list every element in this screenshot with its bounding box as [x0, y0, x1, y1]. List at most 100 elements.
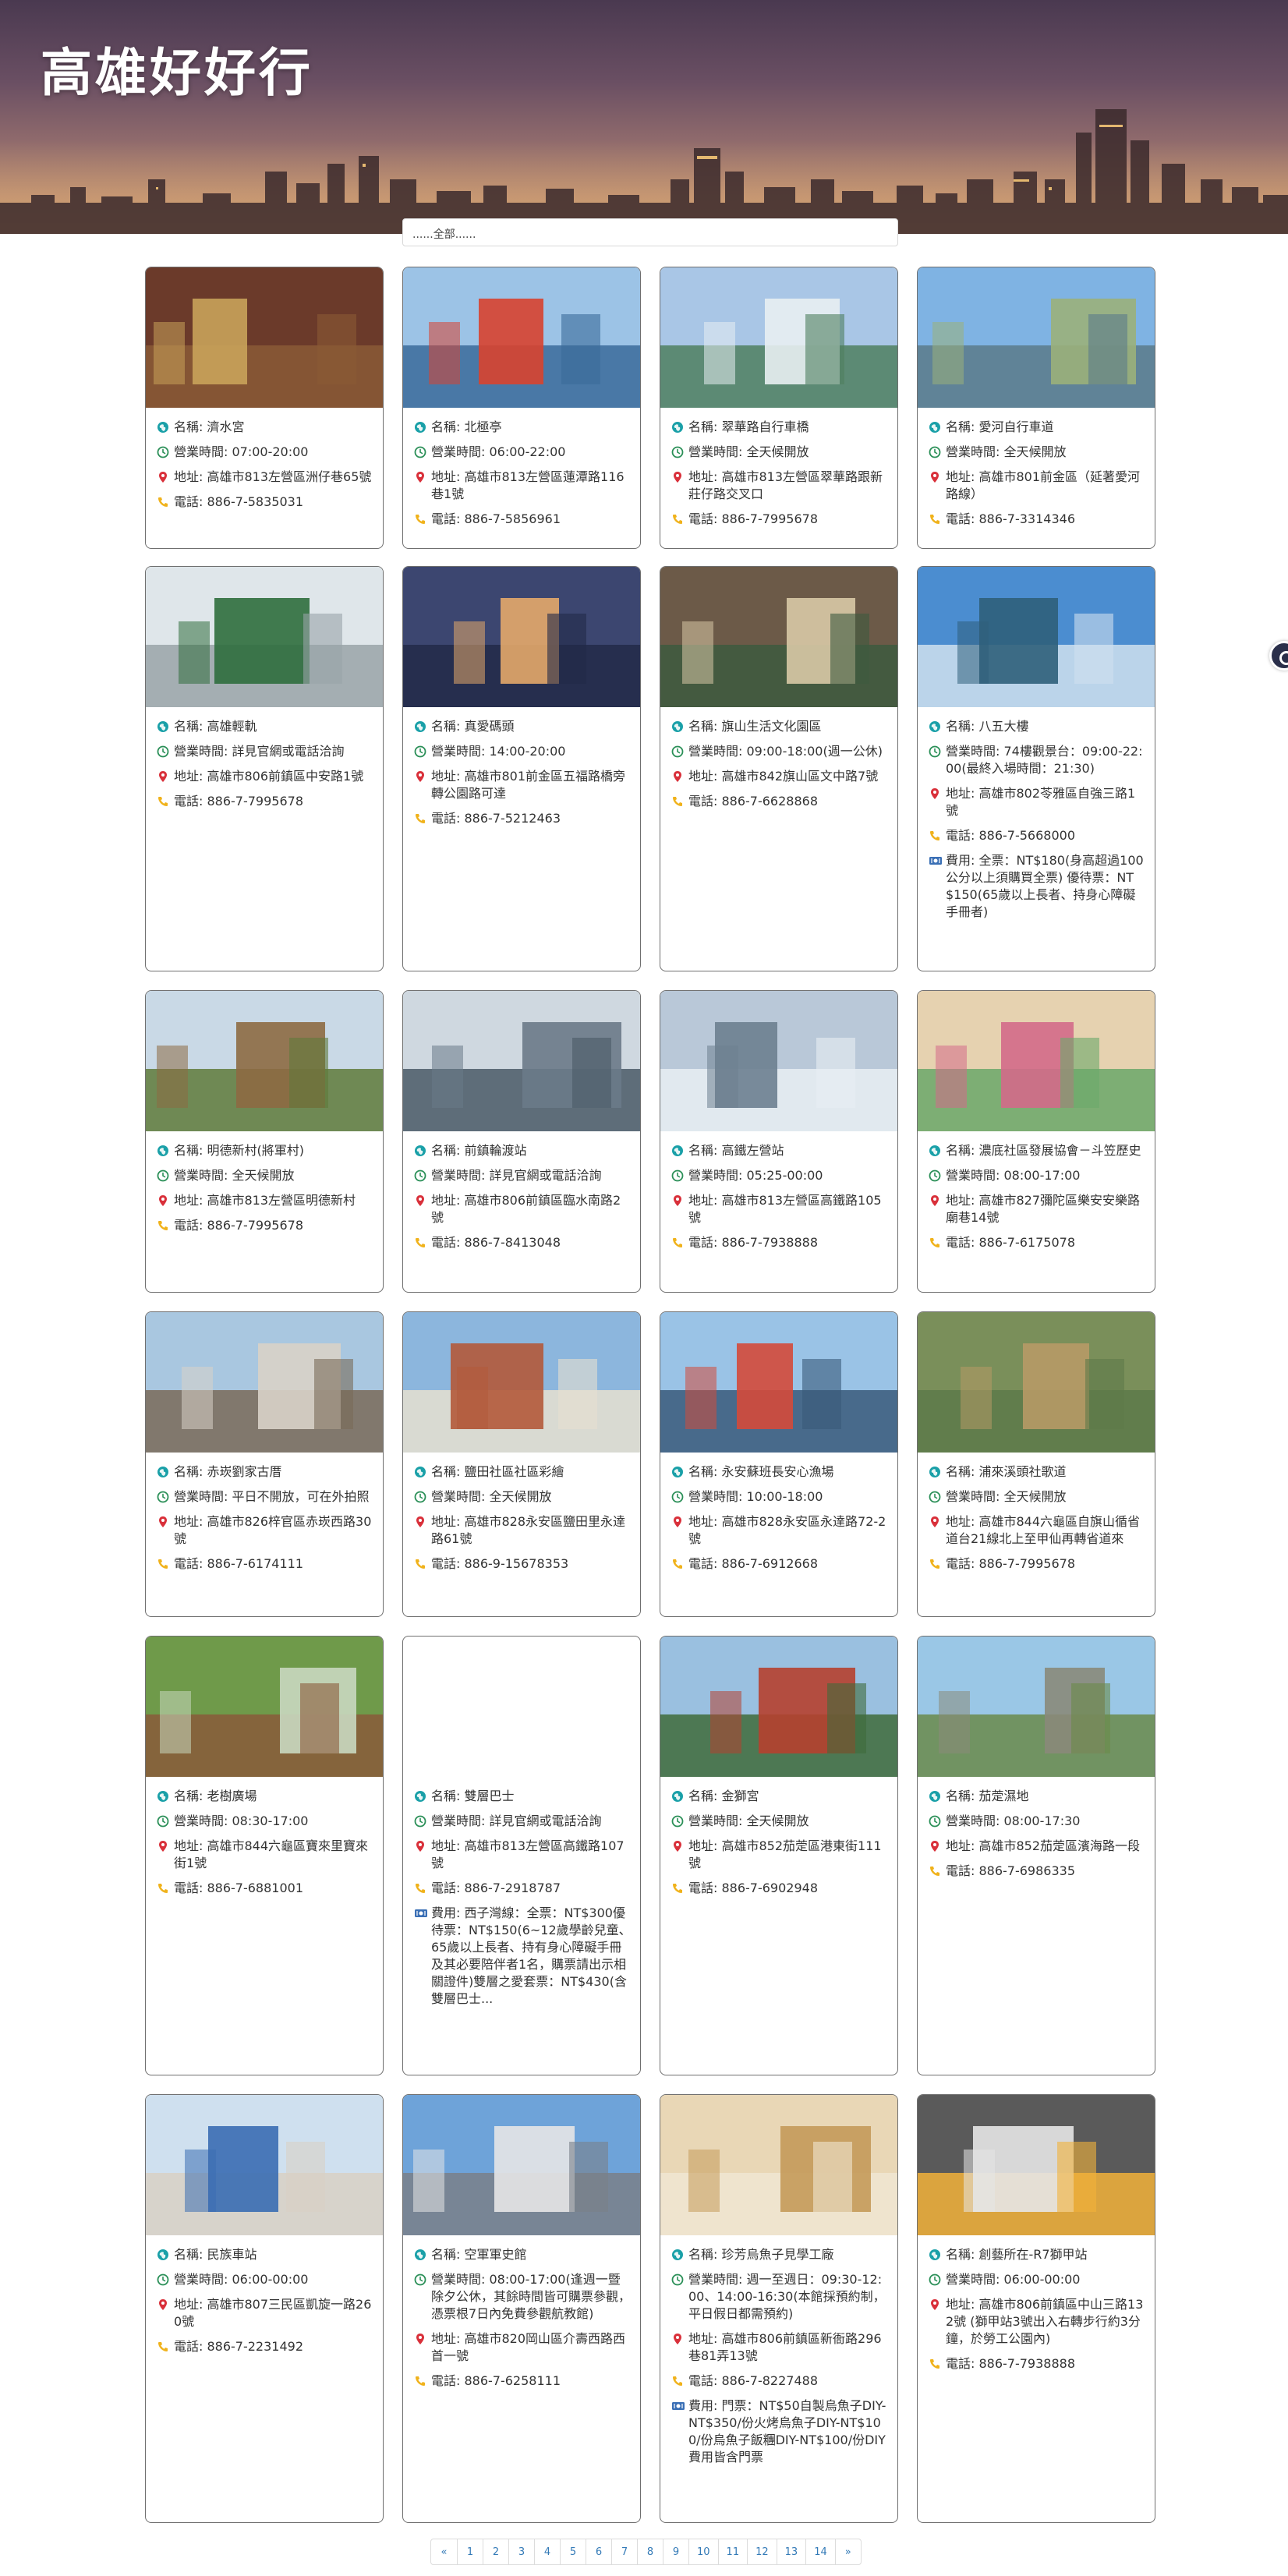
pagination-page[interactable]: 8 [637, 2539, 663, 2564]
attraction-name-row: 名稱: 金獅宮 [671, 1788, 890, 1805]
attraction-card[interactable]: 名稱: 前鎮輪渡站 營業時間: 詳見官網或電話洽詢 地址: 高雄市806前鎮區臨水南… [402, 990, 641, 1293]
attraction-card[interactable]: 名稱: 高鐵左營站 營業時間: 05:25-00:00 地址: 高雄市813左營區高… [660, 990, 898, 1293]
attraction-card[interactable]: 名稱: 北極亭營業時間: 06:00-22:00 地址: 高雄市813左營區蓮潭路… [402, 267, 641, 549]
attraction-card[interactable]: 名稱: 永安蘇班長安心漁場 營業時間: 10:00-18:00 地址: 高雄市828… [660, 1311, 898, 1617]
attraction-card[interactable]: 名稱: 珍芳烏魚子見學工廠 營業時間: 週一至週日：09:30-12:00、14:… [660, 2094, 898, 2523]
attraction-photo[interactable] [660, 991, 897, 1131]
attraction-photo[interactable] [146, 1637, 383, 1777]
clock-icon [157, 743, 174, 760]
attraction-address-row: 地址: 高雄市813左營區蓮潭路116巷1號 [414, 469, 632, 503]
attraction-photo[interactable] [660, 2095, 897, 2235]
attraction-photo[interactable] [918, 267, 1155, 408]
pagination-page[interactable]: 6 [586, 2539, 611, 2564]
attraction-address: 地址: 高雄市806前鎮區臨水南路2號 [431, 1193, 621, 1225]
attraction-photo[interactable] [403, 991, 640, 1131]
attraction-info: 名稱: 永安蘇班長安心漁場 營業時間: 10:00-18:00 地址: 高雄市828… [660, 1453, 897, 1588]
map-pin-icon [414, 2330, 431, 2348]
attraction-card[interactable]: 名稱: 空軍軍史館 營業時間: 08:00-17:00(逢週一暨除夕公休，其餘時間… [402, 2094, 641, 2523]
globe-icon [414, 1142, 431, 1159]
attraction-photo[interactable] [918, 2095, 1155, 2235]
attraction-card[interactable]: 名稱: 真愛碼頭 營業時間: 14:00-20:00 地址: 高雄市801前金區五福… [402, 566, 641, 971]
pagination-page[interactable]: 12 [747, 2539, 777, 2564]
attraction-photo[interactable] [660, 1312, 897, 1453]
attraction-name: 名稱: 北極亭 [431, 419, 502, 434]
attraction-card[interactable]: 名稱: 高雄輕軌 營業時間: 詳見官網或電話洽詢 地址: 高雄市806前鎮區中安路1… [145, 566, 384, 971]
attraction-card[interactable]: 名稱: 創藝所在-R7獅甲站 營業時間: 06:00-00:00 地址: 高雄市80… [917, 2094, 1155, 2523]
floating-accessibility-icon[interactable] [1269, 641, 1288, 671]
attraction-card[interactable]: 名稱: 濟水宮 營業時間: 07:00-20:00 地址: 高雄市813左營區洲仔巷… [145, 267, 384, 549]
attraction-hours-row: 營業時間: 09:00-18:00(週一公休) [671, 743, 890, 760]
attraction-info: 名稱: 珍芳烏魚子見學工廠 營業時間: 週一至週日：09:30-12:00、14:… [660, 2235, 897, 2482]
pagination-page[interactable]: 3 [508, 2539, 534, 2564]
attraction-address: 地址: 高雄市806前鎮區新衙路296巷81弄13號 [688, 2331, 882, 2363]
attraction-hours: 營業時間: 06:00-22:00 [431, 444, 566, 459]
pagination-page[interactable]: 5 [560, 2539, 586, 2564]
attraction-photo[interactable] [146, 991, 383, 1131]
attraction-phone: 電話: 886-7-8227488 [688, 2373, 819, 2388]
attraction-phone-row: 電話: 886-7-7938888 [929, 2355, 1147, 2373]
attraction-photo[interactable] [146, 1312, 383, 1453]
attraction-photo[interactable] [403, 267, 640, 408]
attraction-phone: 電話: 886-7-6258111 [431, 2373, 561, 2388]
attraction-photo[interactable] [918, 991, 1155, 1131]
attraction-name-row: 名稱: 翠華路自行車橋 [671, 419, 890, 436]
attraction-card[interactable]: 名稱: 雙層巴士 營業時間: 詳見官網或電話洽詢 地址: 高雄市813左營區高鐵路1… [402, 1636, 641, 2075]
attraction-name-row: 名稱: 愛河自行車道 [929, 419, 1147, 436]
pagination-page[interactable]: 14 [805, 2539, 835, 2564]
attraction-phone: 電話: 886-7-6912668 [688, 1556, 819, 1571]
attraction-hours: 營業時間: 詳見官網或電話洽詢 [431, 1813, 602, 1828]
attraction-photo[interactable] [403, 2095, 640, 2235]
pagination-page[interactable]: 2 [483, 2539, 508, 2564]
attraction-card[interactable]: 名稱: 鹽田社區社區彩繪 營業時間: 全天候開放 地址: 高雄市828永安區鹽田里永… [402, 1311, 641, 1617]
pagination-page[interactable]: 9 [663, 2539, 688, 2564]
clock-icon [929, 1813, 946, 1830]
attraction-photo[interactable] [146, 567, 383, 707]
attraction-photo[interactable] [146, 267, 383, 408]
attraction-photo[interactable] [918, 567, 1155, 707]
attraction-hours: 營業時間: 週一至週日：09:30-12:00、14:00-16:30(本館採預… [688, 2272, 886, 2321]
attraction-phone: 電話: 886-7-5856961 [431, 511, 561, 526]
pagination-page[interactable]: 13 [776, 2539, 806, 2564]
attraction-photo[interactable] [146, 2095, 383, 2235]
attraction-hours: 營業時間: 06:00-00:00 [946, 2272, 1081, 2287]
pagination-prev[interactable]: « [431, 2539, 457, 2564]
attraction-name: 名稱: 真愛碼頭 [431, 719, 515, 734]
attraction-hours-row: 營業時間: 詳見官網或電話洽詢 [414, 1167, 632, 1184]
phone-icon [414, 1880, 431, 1897]
attraction-card[interactable]: 名稱: 茄萣濕地 營業時間: 08:00-17:30 地址: 高雄市852茄萣區濱海… [917, 1636, 1155, 2075]
attraction-card[interactable]: 名稱: 愛河自行車道 營業時間: 全天候開放 地址: 高雄市801前金區（延著愛河路… [917, 267, 1155, 549]
map-pin-icon [671, 1513, 688, 1530]
attraction-card[interactable]: 名稱: 濃底社區發展協會－斗笠歷史 營業時間: 08:00-17:00 地址: 高雄… [917, 990, 1155, 1293]
attraction-card[interactable]: 名稱: 旗山生活文化園區 營業時間: 09:00-18:00(週一公休) 地址: 高… [660, 566, 898, 971]
attraction-photo[interactable] [403, 1312, 640, 1453]
attraction-photo[interactable] [660, 567, 897, 707]
attraction-photo[interactable] [918, 1312, 1155, 1453]
attraction-card[interactable]: 名稱: 金獅宮 營業時間: 全天候開放 地址: 高雄市852茄萣區港東街111號 電話… [660, 1636, 898, 2075]
attraction-address-row: 地址: 高雄市820岡山區介壽西路西首一號 [414, 2330, 632, 2365]
pagination-page[interactable]: 4 [534, 2539, 560, 2564]
attraction-photo[interactable] [660, 267, 897, 408]
pagination-page[interactable]: 10 [688, 2539, 718, 2564]
attraction-photo[interactable] [660, 1637, 897, 1777]
attraction-photo[interactable] [918, 1637, 1155, 1777]
pagination-page[interactable]: 11 [717, 2539, 748, 2564]
district-filter-select[interactable]: ......全部...... [402, 218, 898, 246]
attraction-card[interactable]: 名稱: 老樹廣場 營業時間: 08:30-17:00 地址: 高雄市844六龜區寶來… [145, 1636, 384, 2075]
pagination-page[interactable]: 7 [611, 2539, 637, 2564]
attraction-address-row: 地址: 高雄市806前鎮區新衙路296巷81弄13號 [671, 2330, 890, 2365]
attraction-card[interactable]: 名稱: 八五大樓 營業時間: 74樓觀景台：09:00-22:00(最終入場時間：… [917, 566, 1155, 971]
attraction-photo[interactable] [403, 567, 640, 707]
map-pin-icon [929, 785, 946, 802]
attraction-photo[interactable] [403, 1637, 640, 1777]
attraction-hours: 營業時間: 全天候開放 [431, 1489, 552, 1504]
pagination-page[interactable]: 1 [457, 2539, 483, 2564]
attraction-card[interactable]: 名稱: 明德新村(將軍村) 營業時間: 全天候開放 地址: 高雄市813左營區明德新… [145, 990, 384, 1293]
ticket-icon [671, 2397, 688, 2415]
attraction-card[interactable]: 名稱: 赤崁劉家古厝 營業時間: 平日不開放，可在外拍照 地址: 高雄市826梓官區… [145, 1311, 384, 1617]
attraction-card[interactable]: 名稱: 翠華路自行車橋 營業時間: 全天候開放 地址: 高雄市813左營區翠華路跟新… [660, 267, 898, 549]
attraction-address: 地址: 高雄市813左營區高鐵路105號 [688, 1193, 882, 1225]
attraction-card[interactable]: 名稱: 浦來溪頭社歌道 營業時間: 全天候開放 地址: 高雄市844六龜區自旗山循省… [917, 1311, 1155, 1617]
map-pin-icon [414, 1838, 431, 1855]
attraction-card[interactable]: 名稱: 民族車站 營業時間: 06:00-00:00 地址: 高雄市807三民區凱旋… [145, 2094, 384, 2523]
pagination-next[interactable]: » [834, 2539, 861, 2564]
